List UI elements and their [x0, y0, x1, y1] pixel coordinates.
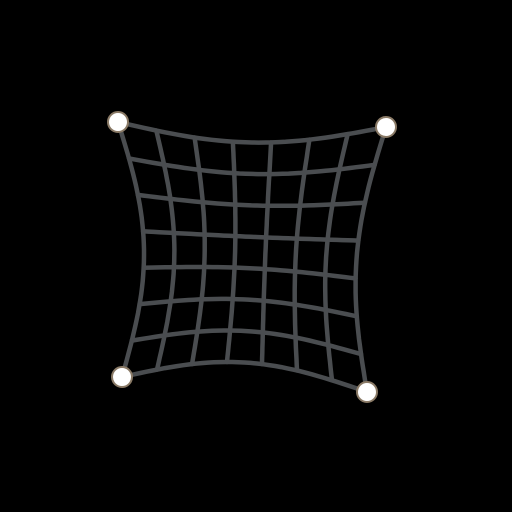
warp-mesh-stage[interactable] [0, 0, 512, 512]
corner-handle-bottom-left[interactable] [111, 366, 133, 388]
corner-handle-bottom-right[interactable] [356, 381, 378, 403]
warp-canvas[interactable] [0, 0, 512, 512]
canvas-background [0, 0, 512, 512]
corner-handle-top-right[interactable] [375, 116, 397, 138]
corner-handle-top-left[interactable] [107, 111, 129, 133]
